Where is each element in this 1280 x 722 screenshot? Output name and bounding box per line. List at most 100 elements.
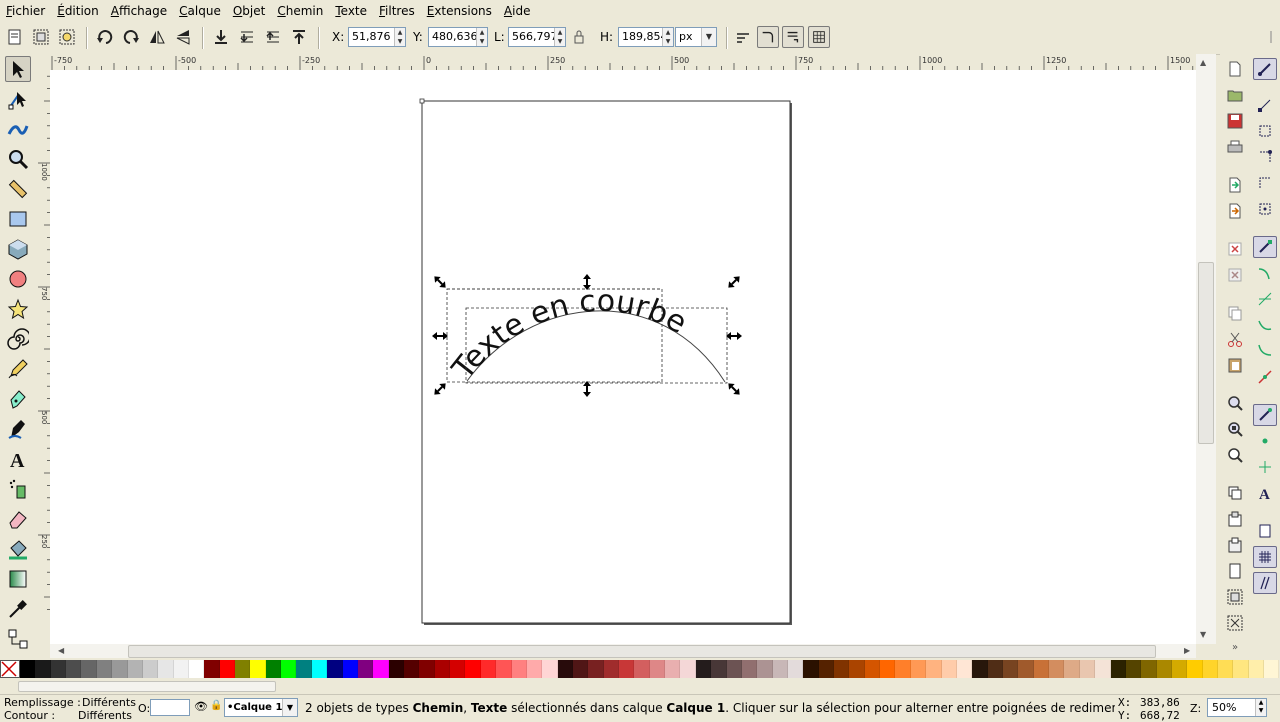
lock-ratio-icon[interactable] (570, 28, 588, 46)
scroll-down-icon[interactable]: ▼ (1200, 630, 1206, 639)
menu-fichier[interactable]: Fichier (0, 0, 51, 22)
h-input[interactable]: 189,854 ▲ ▼ (618, 27, 674, 47)
color-swatch[interactable] (296, 660, 312, 678)
color-swatch[interactable] (235, 660, 251, 678)
color-swatch[interactable] (619, 660, 635, 678)
color-swatch[interactable] (250, 660, 266, 678)
color-swatch[interactable] (480, 660, 497, 678)
pencil-tool[interactable] (5, 356, 31, 382)
color-swatch[interactable] (1264, 660, 1280, 678)
import-icon[interactable] (1226, 176, 1244, 194)
color-swatch[interactable] (35, 660, 51, 678)
color-swatch[interactable] (173, 660, 189, 678)
opacity-input[interactable] (150, 699, 190, 716)
color-swatch[interactable] (81, 660, 97, 678)
scroll-up-icon[interactable]: ▲ (1200, 58, 1206, 67)
deselect-icon[interactable] (58, 28, 76, 46)
color-swatch[interactable] (711, 660, 727, 678)
snap-cusp-nodes-icon[interactable] (1253, 314, 1277, 336)
color-swatch[interactable] (926, 660, 942, 678)
scale-corners-toggle[interactable] (757, 26, 779, 48)
color-swatch[interactable] (1110, 660, 1126, 678)
snap-nodes-toggle[interactable] (1253, 236, 1277, 258)
snap-rotation-center-icon[interactable] (1253, 456, 1277, 478)
lower-icon[interactable] (238, 28, 256, 46)
menu-chemin[interactable]: Chemin (271, 0, 329, 22)
color-swatch[interactable] (880, 660, 896, 678)
color-swatch[interactable] (1141, 660, 1157, 678)
color-swatch[interactable] (803, 660, 819, 678)
selector-tool[interactable] (5, 56, 31, 82)
w-spin-arrows[interactable]: ▲ ▼ (554, 28, 565, 46)
vertical-scroll-thumb[interactable] (1198, 262, 1214, 444)
h-spin-arrows[interactable]: ▲ ▼ (662, 28, 673, 46)
scale-stroke-icon[interactable] (734, 28, 752, 46)
color-swatch[interactable] (219, 660, 236, 678)
no-paint-swatch[interactable] (0, 660, 20, 678)
snap-enable-toggle[interactable] (1253, 58, 1277, 80)
color-swatch[interactable] (450, 660, 466, 678)
color-swatch[interactable] (265, 660, 282, 678)
color-swatch[interactable] (434, 660, 451, 678)
menu-aide[interactable]: Aide (498, 0, 537, 22)
color-swatch[interactable] (20, 660, 36, 678)
lower-to-bottom-icon[interactable] (212, 28, 230, 46)
horizontal-scroll-thumb[interactable] (128, 645, 1156, 658)
raise-icon[interactable] (264, 28, 282, 46)
color-swatch[interactable] (142, 660, 159, 678)
color-swatch[interactable] (572, 660, 589, 678)
color-swatch[interactable] (849, 660, 865, 678)
ellipse-tool[interactable] (5, 266, 31, 292)
scroll-right-icon[interactable]: ▶ (1184, 646, 1190, 655)
star-tool[interactable] (5, 296, 31, 322)
snap-intersections-icon[interactable] (1253, 288, 1277, 310)
new-document-icon[interactable] (1226, 60, 1244, 78)
snap-guides-toggle[interactable] (1253, 572, 1277, 594)
select-original-icon[interactable] (1226, 562, 1244, 580)
menu-affichage[interactable]: Affichage (105, 0, 173, 22)
flip-horizontal-icon[interactable] (148, 28, 166, 46)
color-swatch[interactable] (1171, 660, 1188, 678)
select-all-icon[interactable] (6, 28, 24, 46)
snap-text-baseline-icon[interactable]: A (1253, 482, 1277, 504)
vertical-scrollbar[interactable]: ▲ ▼ (1196, 54, 1216, 644)
color-swatch[interactable] (1218, 660, 1234, 678)
open-folder-icon[interactable] (1226, 86, 1244, 104)
zoom-selection-icon[interactable] (1226, 394, 1244, 412)
rectangle-tool[interactable] (5, 206, 31, 232)
color-swatch[interactable] (373, 660, 389, 678)
snap-bbox-center-icon[interactable] (1253, 198, 1277, 220)
y-input[interactable]: 480,636 ▲ ▼ (428, 27, 488, 47)
pen-tool[interactable] (5, 386, 31, 412)
color-swatch[interactable] (511, 660, 527, 678)
rotate-ccw-icon[interactable] (96, 28, 114, 46)
gradient-tool[interactable] (5, 566, 31, 592)
fill-value[interactable]: Différents (82, 696, 136, 709)
layer-select[interactable]: •Calque 1 ▼ (224, 698, 298, 717)
select-all-layers-icon[interactable] (32, 28, 50, 46)
color-swatch[interactable] (526, 660, 543, 678)
zoom-tool[interactable] (5, 146, 31, 172)
color-swatch[interactable] (281, 660, 297, 678)
x-input[interactable]: 51,876 ▲ ▼ (348, 27, 406, 47)
palette-scrollbar[interactable] (0, 679, 1280, 693)
color-swatch[interactable] (834, 660, 850, 678)
color-swatch[interactable] (757, 660, 773, 678)
color-swatch[interactable] (465, 660, 481, 678)
tweak-tool[interactable] (5, 116, 31, 142)
color-swatch[interactable] (1079, 660, 1096, 678)
3d-box-tool[interactable] (5, 236, 31, 262)
rotate-cw-icon[interactable] (122, 28, 140, 46)
copy-icon[interactable] (1226, 304, 1244, 322)
cut-icon[interactable] (1226, 330, 1244, 348)
color-swatch[interactable] (403, 660, 420, 678)
color-swatch[interactable] (972, 660, 988, 678)
snap-midpoints-icon[interactable] (1253, 366, 1277, 388)
paint-bucket-tool[interactable] (5, 536, 31, 562)
connector-tool[interactable] (5, 626, 31, 652)
color-swatch[interactable] (588, 660, 604, 678)
snap-page-border-icon[interactable] (1253, 520, 1277, 542)
move-patterns-toggle[interactable] (808, 26, 830, 48)
snap-object-center-icon[interactable] (1253, 430, 1277, 452)
horizontal-scrollbar[interactable]: ◀ ▶ (50, 644, 1196, 658)
